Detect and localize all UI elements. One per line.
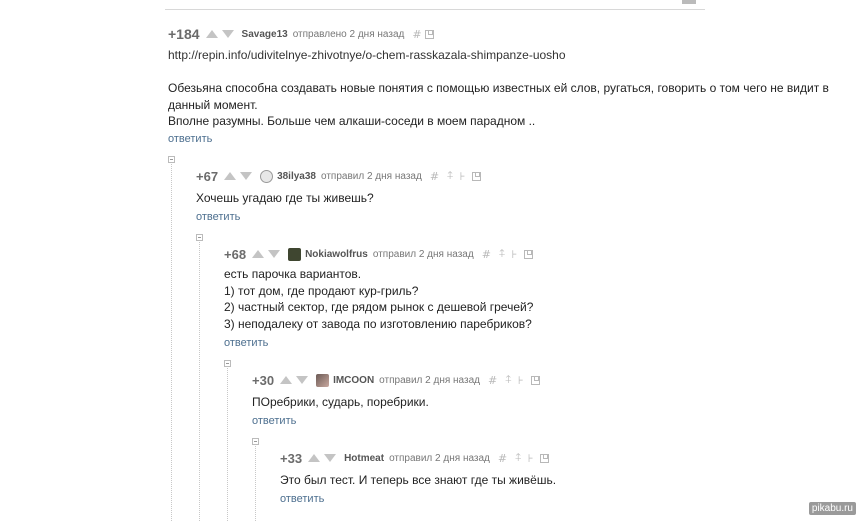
comment-header: +30 IMCOON отправил 2 дня назад # ⍏ ⊦ [252, 372, 540, 388]
comment-rating: +30 [252, 372, 275, 388]
comment-header: +184 Savage13 отправлено 2 дня назад # [168, 26, 434, 42]
comment-author[interactable]: 38ilya38 [277, 171, 316, 182]
collapse-toggle[interactable] [196, 234, 203, 241]
save-icon[interactable] [530, 375, 540, 385]
pin-icon[interactable]: ⍏ [499, 247, 506, 261]
comment-line: Хочешь угадаю где ты живешь? [196, 191, 374, 205]
save-icon[interactable] [472, 171, 482, 181]
avatar[interactable] [316, 373, 330, 387]
comment-author[interactable]: Nokiawolfrus [305, 249, 368, 260]
arrow-up-icon[interactable] [205, 30, 218, 38]
comment: +184 Savage13 отправлено 2 дня назад # [168, 26, 434, 42]
hash-icon[interactable]: # [488, 374, 497, 387]
collapse-toggle[interactable] [252, 438, 259, 445]
pin-icon[interactable]: ⍏ [515, 451, 522, 465]
watermark: pikabu.ru [808, 502, 856, 515]
comment-link[interactable]: http://repin.info/udivitelnye-zhivotnye/… [168, 48, 566, 62]
comment-header: +33 Hotmeat отправил 2 дня назад # ⍏ ⊦ [280, 450, 550, 466]
comment-line: Это был тест. И теперь все знают где ты … [280, 473, 557, 487]
comment-line: Вполне разумны. Больше чем алкаши-соседи… [168, 114, 536, 128]
comment-header: +67 38ilya38 отправил 2 дня назад # ⍏ ⊦ [196, 168, 482, 184]
comment-rating: +33 [280, 450, 303, 466]
collapse-toggle[interactable] [168, 156, 175, 163]
thread-line [255, 446, 256, 521]
tag-icon[interactable]: ⊦ [528, 452, 534, 465]
avatar[interactable] [288, 247, 302, 261]
comment: +33 Hotmeat отправил 2 дня назад # ⍏ ⊦ [280, 450, 550, 466]
reply-link[interactable]: ответить [280, 493, 324, 505]
comment-body: Обезьяна способна создавать новые поняти… [168, 80, 829, 130]
save-icon[interactable] [540, 453, 550, 463]
hash-icon[interactable]: # [498, 452, 507, 465]
comment: +67 38ilya38 отправил 2 дня назад # ⍏ ⊦ [196, 168, 482, 184]
comment-date: отправил 2 дня назад [379, 374, 480, 386]
reply-link[interactable]: ответить [196, 211, 240, 223]
comment-line: Обезьяна способна создавать новые поняти… [168, 81, 829, 95]
comment-line: 2) частный сектор, где рядом рынок с деш… [224, 300, 534, 314]
reply-link[interactable]: ответить [168, 133, 212, 145]
comment-rating: +68 [224, 246, 247, 262]
arrow-down-icon[interactable] [324, 454, 337, 462]
reply-link[interactable]: ответить [252, 415, 296, 427]
arrow-up-icon[interactable] [280, 376, 293, 384]
comment-rating: +184 [168, 26, 200, 42]
comment-body: есть парочка вариантов. 1) тот дом, где … [224, 266, 533, 332]
hash-icon[interactable]: # [482, 248, 491, 261]
comment-line: есть парочка вариантов. [224, 267, 362, 281]
comment-author[interactable]: IMCOON [333, 375, 374, 386]
hash-icon[interactable]: # [430, 170, 439, 183]
comment-date: отправил 2 дня назад [321, 170, 422, 182]
comment-header: +68 Nokiawolfrus отправил 2 дня назад # … [224, 246, 534, 262]
tag-icon[interactable]: ⊦ [518, 374, 524, 387]
hash-icon[interactable]: # [412, 28, 421, 41]
comment-date: отправил 2 дня назад [372, 248, 474, 260]
comment-date: отправлено 2 дня назад [292, 28, 405, 40]
tag-icon[interactable]: ⊦ [460, 170, 466, 183]
thread-line [171, 164, 172, 521]
avatar[interactable] [260, 169, 274, 183]
comment-author[interactable]: Hotmeat [344, 453, 384, 464]
comment-line: 3) неподалеку от завода по изготовлению … [224, 316, 532, 331]
menu-icon[interactable] [682, 0, 696, 4]
comment-line: ПОребрики, сударь, поребрики. [252, 395, 429, 409]
collapse-toggle[interactable] [224, 360, 231, 367]
comment-line: данный момент. [168, 97, 258, 112]
thread-line [227, 368, 228, 521]
save-icon[interactable] [424, 29, 434, 39]
pin-icon[interactable]: ⍏ [505, 373, 512, 387]
comment-rating: +67 [196, 168, 219, 184]
arrow-up-icon[interactable] [252, 250, 265, 258]
comment-line: 1) тот дом, где продают кур-гриль? [224, 283, 419, 298]
comment-author[interactable]: Savage13 [242, 29, 288, 40]
thread-line [199, 242, 200, 521]
comment-date: отправил 2 дня назад [389, 452, 490, 464]
save-icon[interactable] [524, 249, 534, 259]
arrow-down-icon[interactable] [240, 172, 253, 180]
comment: +30 IMCOON отправил 2 дня назад # ⍏ ⊦ [252, 372, 540, 388]
arrow-up-icon[interactable] [308, 454, 321, 462]
pin-icon[interactable]: ⍏ [447, 169, 454, 183]
arrow-up-icon[interactable] [224, 172, 237, 180]
arrow-down-icon[interactable] [221, 30, 234, 38]
comment: +68 Nokiawolfrus отправил 2 дня назад # … [224, 246, 534, 262]
arrow-down-icon[interactable] [268, 250, 281, 258]
arrow-down-icon[interactable] [296, 376, 309, 384]
tag-icon[interactable]: ⊦ [512, 248, 518, 261]
reply-link[interactable]: ответить [224, 337, 268, 349]
top-divider [165, 9, 705, 10]
